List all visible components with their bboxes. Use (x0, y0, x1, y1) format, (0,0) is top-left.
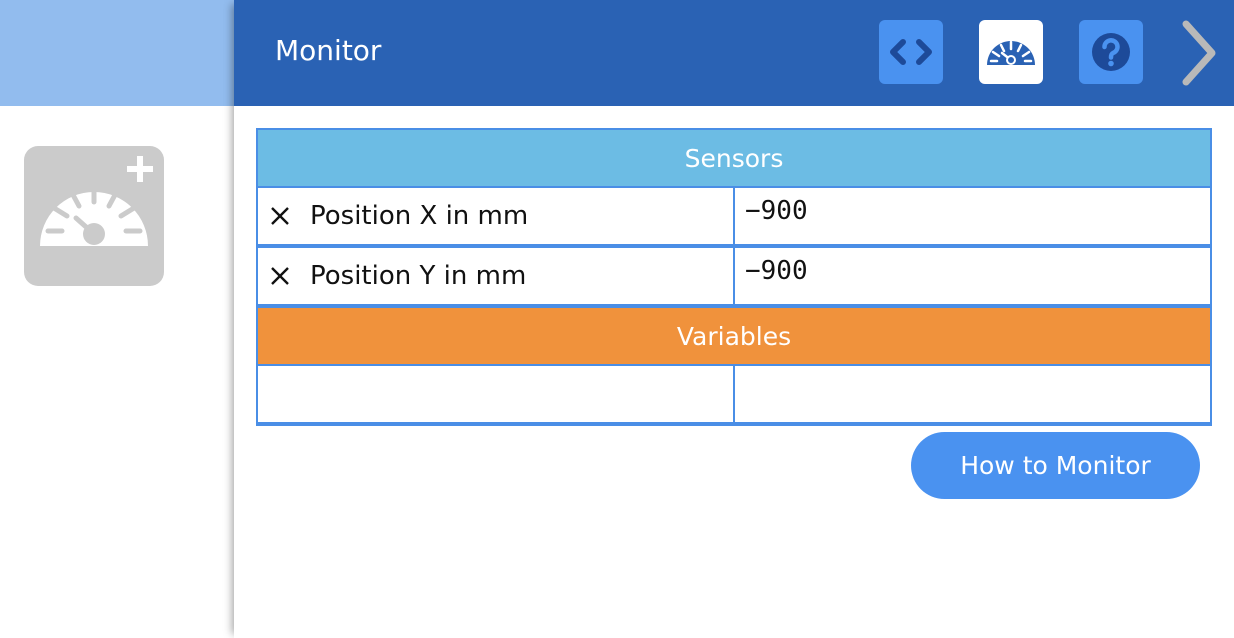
variable-row-empty (258, 364, 1210, 424)
sensor-value: −900 (735, 248, 1210, 304)
gauge-icon (987, 40, 1035, 65)
monitor-table: Sensors Position X in mm −900 Position Y… (256, 128, 1212, 426)
help-button[interactable] (1079, 20, 1143, 84)
gauge-add-icon (40, 156, 153, 254)
sensor-label: Position X in mm (310, 201, 529, 231)
sensor-label: Position Y in mm (310, 261, 527, 291)
left-header-bar (0, 0, 234, 106)
monitor-view-button[interactable] (979, 20, 1043, 84)
remove-sensor-x-icon[interactable] (268, 264, 292, 288)
sensor-row-position-y: Position Y in mm −900 (258, 246, 1210, 306)
sensor-label-cell: Position X in mm (258, 188, 733, 244)
next-panel-button[interactable] (1174, 18, 1222, 88)
variable-label (258, 366, 733, 422)
code-view-button[interactable] (879, 20, 943, 84)
question-icon (1092, 33, 1130, 71)
variables-heading: Variables (258, 306, 1210, 364)
how-to-monitor-button[interactable]: How to Monitor (911, 432, 1200, 499)
sensor-label-cell: Position Y in mm (258, 248, 733, 304)
sensor-value: −900 (735, 188, 1210, 244)
page-title: Monitor (275, 34, 382, 67)
sensor-row-position-x: Position X in mm −900 (258, 186, 1210, 246)
monitor-panel: Monitor Sensors Position X in mm −900 Po… (234, 0, 1234, 638)
add-monitor-button[interactable] (24, 146, 164, 286)
sensors-heading: Sensors (258, 130, 1210, 186)
chevron-right-icon (1182, 20, 1216, 86)
code-brackets-icon (890, 39, 932, 65)
left-column (0, 0, 234, 638)
panel-header: Monitor (234, 0, 1234, 106)
variable-value (735, 366, 1210, 422)
remove-sensor-x-icon[interactable] (268, 204, 292, 228)
